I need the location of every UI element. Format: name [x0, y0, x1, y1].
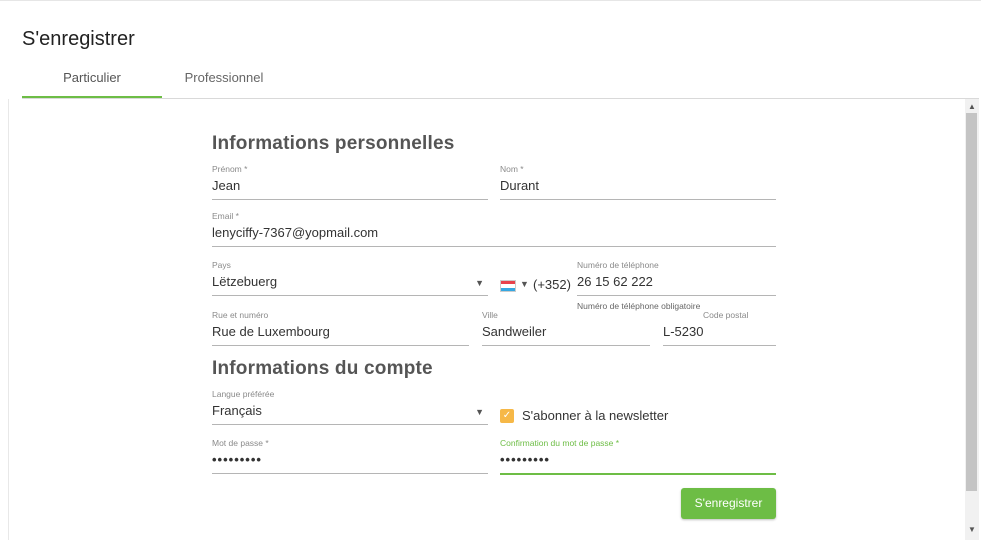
password-confirm-label: Confirmation du mot de passe * [500, 438, 620, 448]
page-title: S'enregistrer [22, 28, 135, 50]
password-field[interactable]: Mot de passe * ••••••••• [212, 438, 488, 474]
newsletter-checkbox[interactable]: ✓ [500, 409, 514, 423]
postal-code-field[interactable]: Code postal L-5230 [663, 310, 776, 346]
section-title-personal: Informations personnelles [212, 133, 455, 154]
tab-bar: Particulier Professionnel [22, 60, 979, 99]
tab-particulier[interactable]: Particulier [22, 70, 162, 98]
top-divider [0, 0, 981, 1]
tab-professionnel[interactable]: Professionnel [164, 70, 284, 98]
caret-down-icon: ▼ [475, 407, 484, 417]
password-label: Mot de passe * [212, 438, 269, 448]
lastname-field[interactable]: Nom * Durant [500, 164, 776, 200]
check-icon: ✓ [502, 410, 512, 421]
phone-value: 26 15 62 222 [577, 274, 653, 289]
password-value: ••••••••• [212, 452, 262, 467]
language-select[interactable]: Langue préférée Français ▼ [212, 389, 488, 425]
scroll-down-icon[interactable]: ▼ [965, 524, 979, 536]
street-field[interactable]: Rue et numéro Rue de Luxembourg [212, 310, 469, 346]
password-confirm-field[interactable]: Confirmation du mot de passe * ••••••••• [500, 438, 776, 475]
language-value: Français [212, 403, 262, 418]
country-value: Lëtzebuerg [212, 274, 278, 289]
country-select[interactable]: Pays Lëtzebuerg ▼ [212, 260, 488, 296]
section-title-account: Informations du compte [212, 358, 433, 379]
newsletter-label[interactable]: S'abonner à la newsletter [522, 408, 668, 423]
email-field[interactable]: Email * lenyciffy-7367@yopmail.com [212, 211, 776, 247]
street-label: Rue et numéro [212, 310, 269, 320]
lastname-label: Nom * [500, 164, 524, 174]
language-label: Langue préférée [212, 389, 275, 399]
postal-code-label: Code postal [703, 310, 749, 320]
firstname-label: Prénom * [212, 164, 248, 174]
city-field[interactable]: Ville Sandweiler [482, 310, 650, 346]
password-confirm-value: ••••••••• [500, 452, 550, 467]
street-value: Rue de Luxembourg [212, 324, 330, 339]
city-label: Ville [482, 310, 498, 320]
firstname-value: Jean [212, 178, 241, 193]
phone-prefix: (+352) [533, 277, 571, 292]
email-value: lenyciffy-7367@yopmail.com [212, 225, 379, 240]
vertical-scrollbar[interactable]: ▲ ▼ [965, 99, 979, 540]
email-label: Email * [212, 211, 239, 221]
lastname-value: Durant [500, 178, 540, 193]
register-button[interactable]: S'enregistrer [681, 488, 776, 519]
scroll-up-icon[interactable]: ▲ [965, 101, 979, 113]
country-label: Pays [212, 260, 231, 270]
caret-down-icon: ▼ [475, 278, 484, 288]
active-tab-indicator [22, 96, 162, 98]
phone-label: Numéro de téléphone [577, 260, 659, 270]
city-value: Sandweiler [482, 324, 547, 339]
luxembourg-flag-icon[interactable] [500, 280, 516, 292]
phone-field[interactable]: Numéro de téléphone 26 15 62 222 [577, 260, 776, 296]
caret-down-icon[interactable]: ▼ [520, 279, 529, 289]
postal-code-value: L-5230 [663, 324, 704, 339]
firstname-field[interactable]: Prénom * Jean [212, 164, 488, 200]
scrollbar-thumb[interactable] [966, 113, 977, 491]
